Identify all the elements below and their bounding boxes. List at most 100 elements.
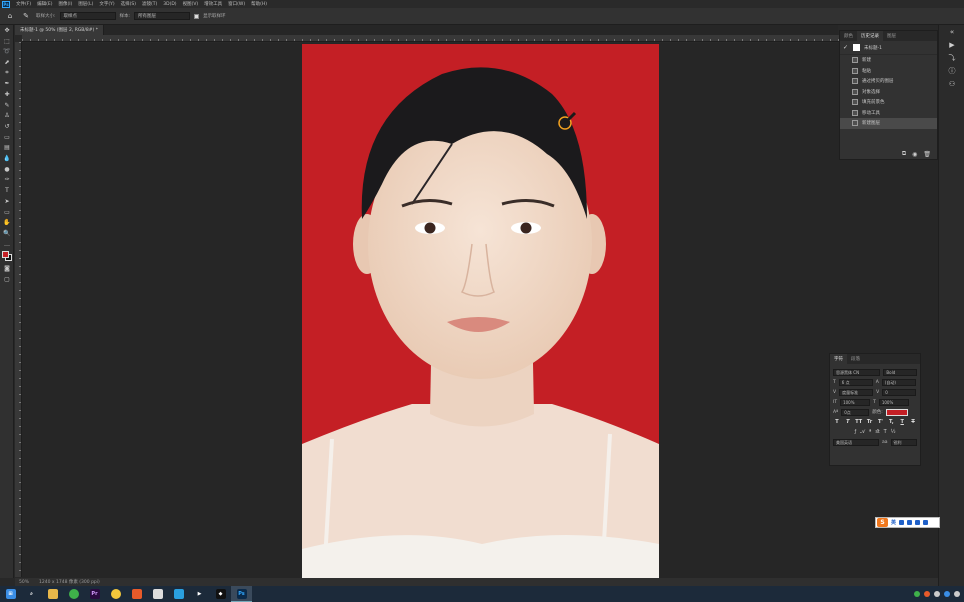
toolbox-icon[interactable] — [923, 520, 929, 525]
history-item[interactable]: 填充前景色 — [840, 97, 937, 108]
marquee-tool-icon[interactable]: ⬚ — [0, 36, 14, 47]
menu-image[interactable]: 图像(I) — [55, 1, 75, 7]
lasso-tool-icon[interactable]: ➰ — [0, 46, 14, 57]
document-size[interactable]: 1240 x 1748 像素 (300 ppi) — [39, 579, 100, 585]
horizontal-ruler[interactable] — [22, 35, 938, 42]
eyedropper-preset-icon[interactable]: ✎ — [20, 11, 32, 21]
menu-type[interactable]: 文字(Y) — [96, 1, 117, 7]
tab-color[interactable]: 颜色 — [840, 31, 857, 41]
history-item[interactable]: 通过拷贝的图层 — [840, 76, 937, 87]
brush-tool-icon[interactable]: ✎ — [0, 100, 14, 111]
kerning-field[interactable]: 度量标准 — [839, 388, 874, 396]
hand-tool-icon[interactable]: ✋ — [0, 217, 14, 228]
language-select[interactable]: 美国英语 — [833, 438, 879, 446]
antialias-select[interactable]: 锐利 — [890, 438, 917, 446]
browser-button[interactable] — [63, 586, 84, 602]
dodge-tool-icon[interactable]: ● — [0, 164, 14, 175]
healing-brush-tool-icon[interactable]: ✚ — [0, 89, 14, 100]
opentype-fraction-icon[interactable]: ½ — [891, 429, 896, 435]
menu-file[interactable]: 文件(F) — [13, 1, 34, 7]
all-caps-button[interactable]: TT — [855, 419, 863, 426]
opentype-stylistic-icon[interactable]: ﬆ — [875, 429, 879, 435]
zoom-level[interactable]: 50% — [19, 580, 29, 585]
screen-mode-icon[interactable]: ▢ — [0, 274, 14, 285]
photoshop-taskbar-button[interactable]: Ps — [231, 586, 252, 602]
font-size-field[interactable]: 6 点 — [838, 378, 873, 386]
vscale-field[interactable]: 100% — [840, 398, 871, 406]
ime-toolbar[interactable]: S 英 — [875, 517, 940, 528]
app-button[interactable]: ▶ — [189, 586, 210, 602]
small-caps-button[interactable]: Tr — [866, 419, 874, 426]
menu-view[interactable]: 视图(V) — [180, 1, 202, 7]
clone-stamp-tool-icon[interactable]: ♙ — [0, 111, 14, 122]
zoom-tool-icon[interactable]: 🔍 — [0, 228, 14, 239]
rectangle-tool-icon[interactable]: ▭ — [0, 207, 14, 218]
tray-icon[interactable] — [924, 591, 930, 597]
menu-plugins[interactable]: 增效工具 — [201, 1, 225, 7]
menu-select[interactable]: 选择(S) — [118, 1, 139, 7]
new-document-icon[interactable]: ⧉ — [902, 150, 906, 158]
path-select-tool-icon[interactable]: ➤ — [0, 196, 14, 207]
menu-filter[interactable]: 滤镜(T) — [139, 1, 160, 7]
color-swatches[interactable] — [0, 249, 14, 263]
portrait-photo[interactable] — [302, 44, 659, 578]
home-icon[interactable]: ⌂ — [4, 11, 16, 21]
gradient-tool-icon[interactable]: ▤ — [0, 143, 14, 154]
ime-language[interactable]: 英 — [891, 519, 896, 526]
hscale-field[interactable]: 100% — [878, 398, 909, 406]
menu-help[interactable]: 帮助(H) — [248, 1, 270, 7]
pen-tool-icon[interactable]: ✑ — [0, 175, 14, 186]
baseline-field[interactable]: 0点 — [841, 408, 870, 416]
strikethrough-button[interactable]: T — [909, 419, 917, 426]
tab-character[interactable]: 字符 — [830, 354, 847, 364]
opentype-ligature-icon[interactable]: ƒ — [854, 429, 856, 435]
show-ring-checkbox[interactable] — [194, 13, 200, 19]
history-snapshot[interactable]: ✓ 未标题-1 — [840, 41, 937, 55]
microphone-icon[interactable] — [907, 520, 913, 525]
menu-edit[interactable]: 编辑(E) — [34, 1, 55, 7]
menu-window[interactable]: 窗口(W) — [225, 1, 248, 7]
history-item[interactable]: 移动工具 — [840, 108, 937, 119]
menu-3d[interactable]: 3D(D) — [160, 2, 179, 7]
app-button[interactable] — [147, 586, 168, 602]
history-icon[interactable]: ⤵ — [939, 51, 964, 64]
history-item-selected[interactable]: 新建图层 — [840, 118, 937, 129]
faux-bold-button[interactable]: T — [833, 419, 841, 426]
move-tool-icon[interactable]: ✥ — [0, 25, 14, 36]
start-button[interactable]: ⊞ — [0, 586, 21, 602]
blur-tool-icon[interactable]: 💧 — [0, 153, 14, 164]
history-brush-tool-icon[interactable]: ↺ — [0, 121, 14, 132]
punctuation-icon[interactable] — [899, 520, 905, 525]
superscript-button[interactable]: T' — [877, 419, 885, 426]
subscript-button[interactable]: T, — [887, 419, 895, 426]
more-tools-icon[interactable]: … — [0, 239, 14, 250]
opentype-title-icon[interactable]: T — [884, 429, 887, 435]
info-icon[interactable]: ⓘ — [939, 64, 964, 77]
tray-icon[interactable] — [914, 591, 920, 597]
app-button[interactable] — [168, 586, 189, 602]
history-item[interactable]: 新建 — [840, 55, 937, 66]
text-color-swatch[interactable] — [885, 408, 908, 416]
collapse-icon[interactable]: « — [939, 25, 964, 38]
underline-button[interactable]: T — [898, 419, 906, 426]
opentype-ordinal-icon[interactable]: ª — [869, 429, 871, 435]
type-tool-icon[interactable]: T — [0, 185, 14, 196]
leading-field[interactable]: (自动) — [881, 378, 916, 386]
app-button[interactable] — [126, 586, 147, 602]
tab-history[interactable]: 历史记录 — [857, 31, 883, 41]
sample-size-select[interactable]: 取样点 — [59, 12, 116, 20]
tab-layers[interactable]: 图层 — [883, 31, 900, 41]
file-explorer-button[interactable] — [42, 586, 63, 602]
object-select-tool-icon[interactable]: ⬈ — [0, 57, 14, 68]
canvas-area[interactable] — [22, 43, 938, 578]
tray-icon[interactable] — [934, 591, 940, 597]
tray-icon[interactable] — [954, 591, 960, 597]
search-button[interactable]: ⌕ — [21, 586, 42, 602]
camera-icon[interactable]: ◉ — [912, 151, 917, 158]
sample-select[interactable]: 所有图层 — [134, 12, 191, 20]
font-style-select[interactable]: Bold — [883, 368, 917, 376]
faux-italic-button[interactable]: T — [844, 419, 852, 426]
premiere-button[interactable]: Pr — [84, 586, 105, 602]
font-family-select[interactable]: 思源黑体 CN — [833, 368, 881, 376]
tab-paragraph[interactable]: 段落 — [847, 354, 864, 364]
